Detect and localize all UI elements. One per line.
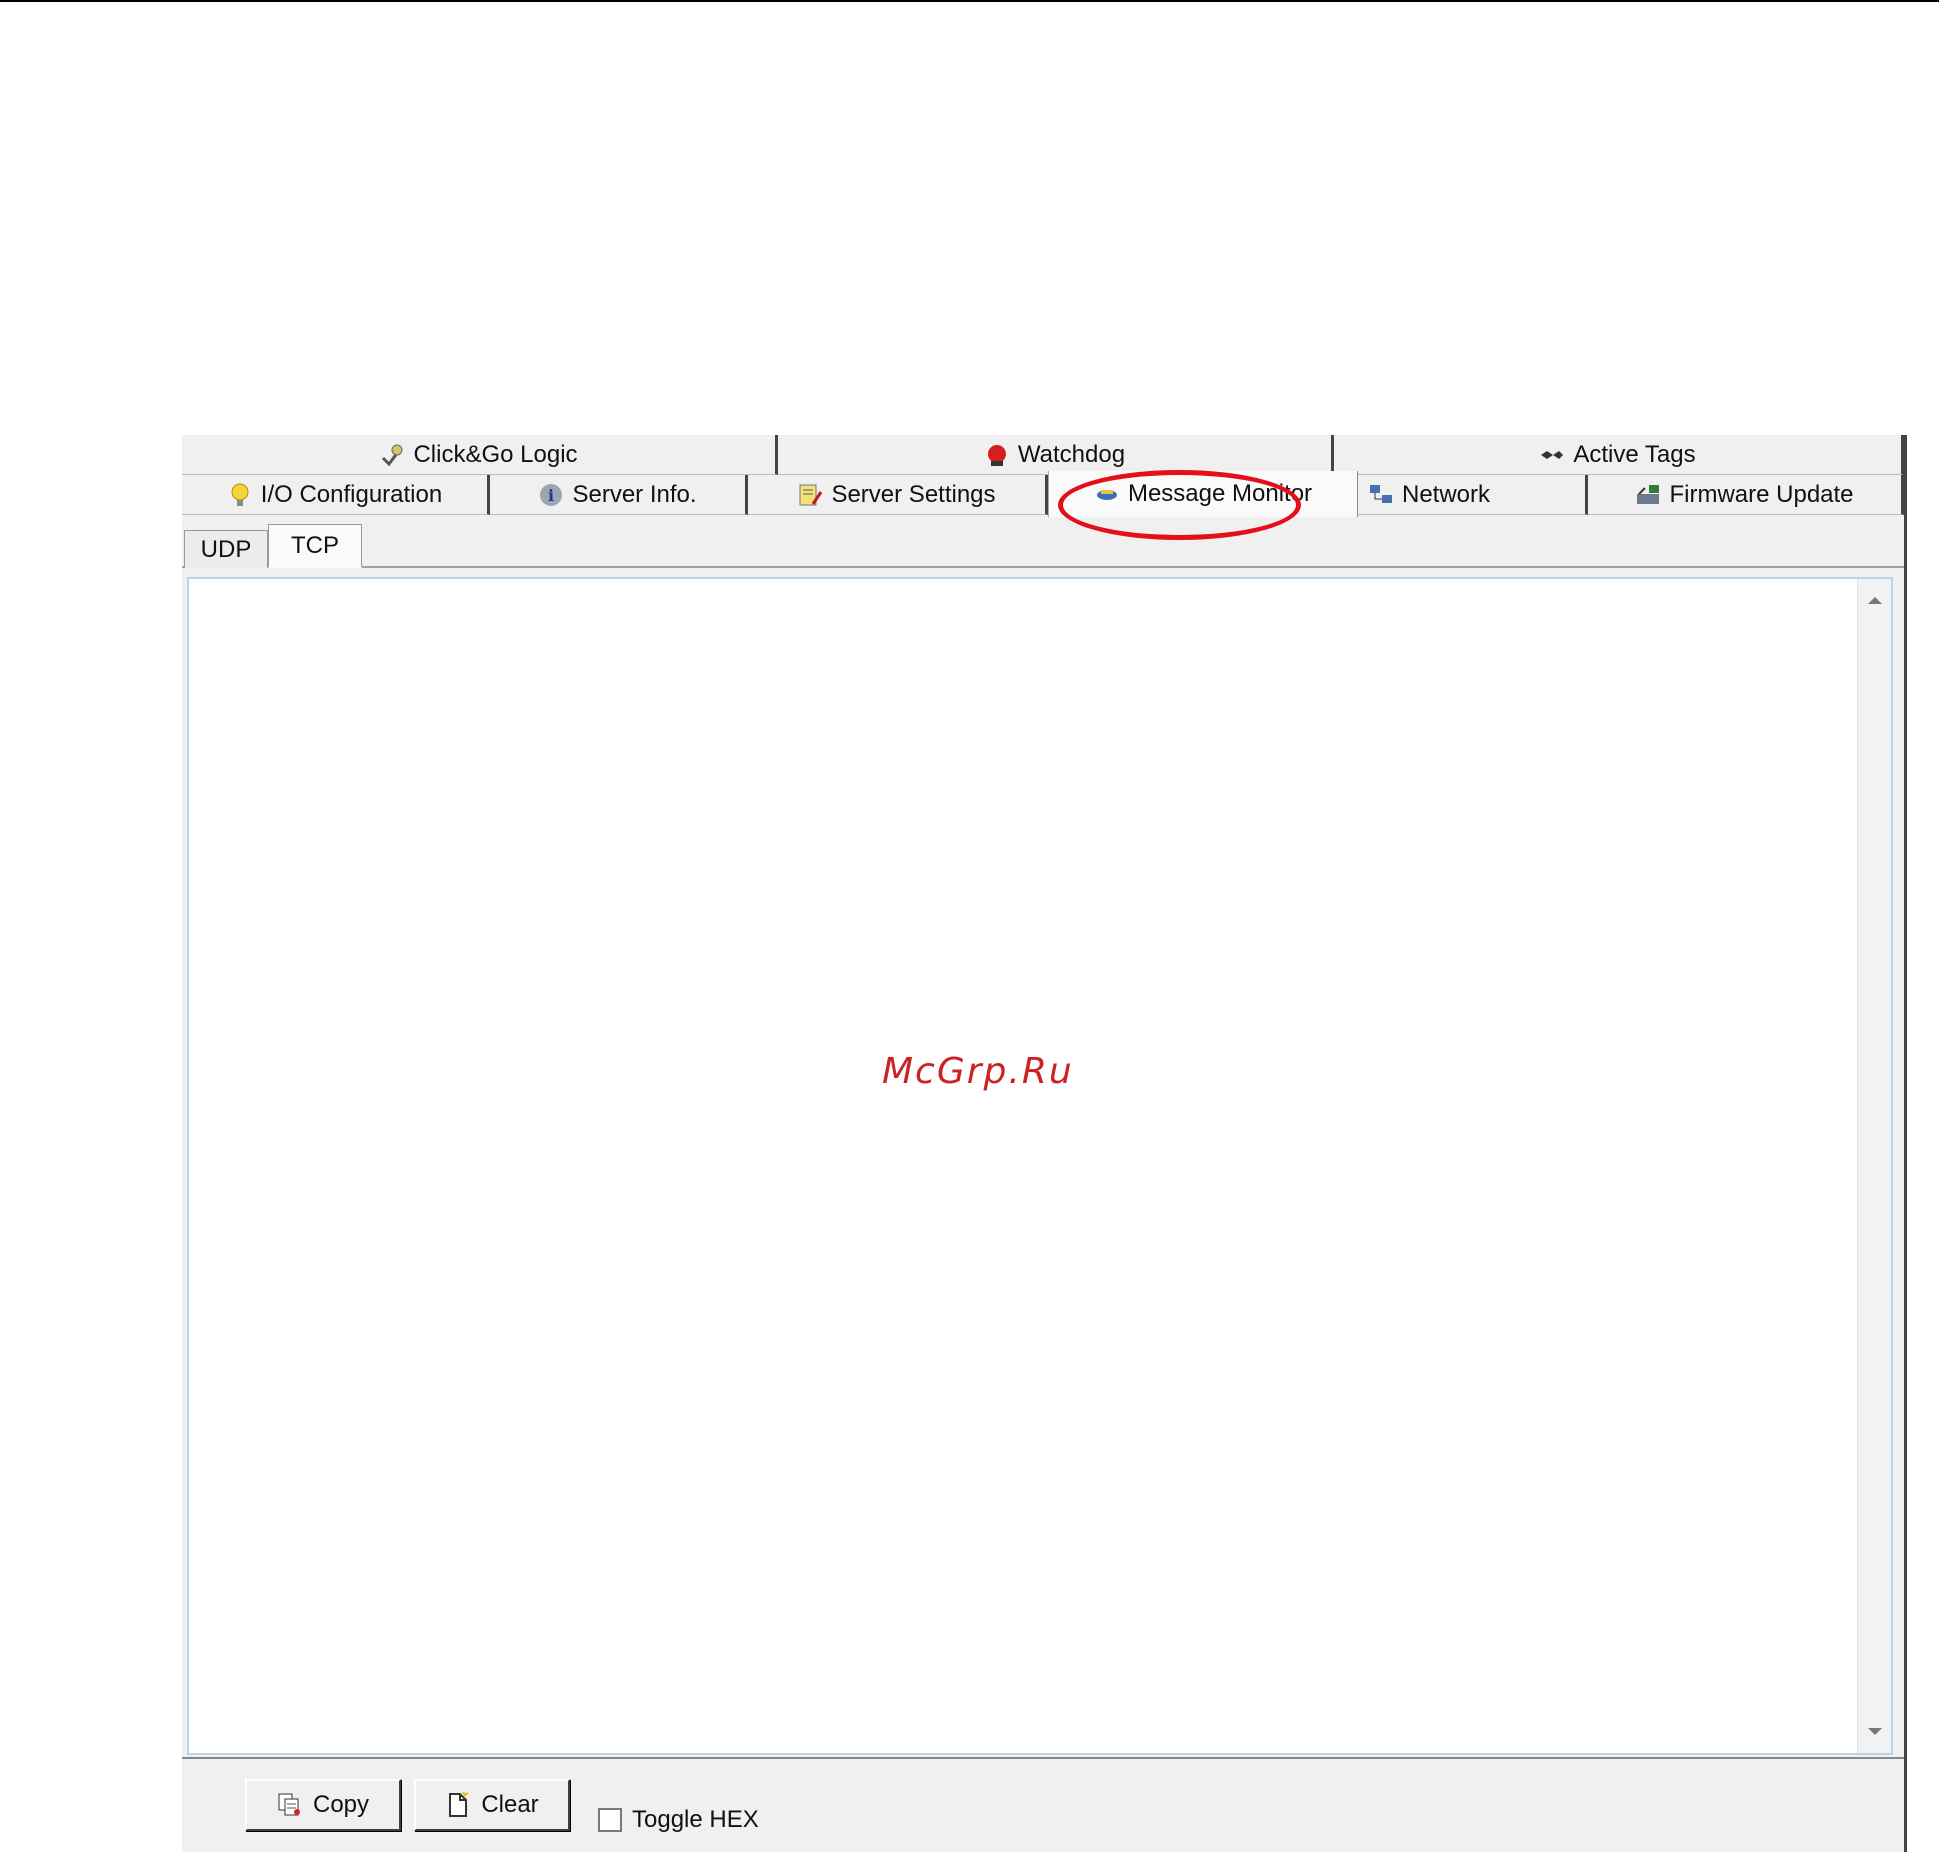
- tab-label: Network: [1402, 480, 1491, 508]
- copy-icon: [277, 1792, 303, 1818]
- message-log[interactable]: McGrp.Ru: [187, 577, 1893, 1755]
- bottom-toolbar: Copy Clear Toggle HEX: [182, 1757, 1904, 1852]
- subtab-udp[interactable]: UDP: [184, 530, 268, 568]
- watchdog-alarm-icon: [984, 442, 1010, 468]
- monitor-icon: [1094, 481, 1120, 507]
- scroll-down-arrow-icon[interactable]: [1868, 1728, 1882, 1735]
- toggle-hex-checkbox[interactable]: [598, 1808, 622, 1832]
- tab-click-go-logic[interactable]: Click&Go Logic: [182, 435, 778, 475]
- tab-network[interactable]: Network: [1358, 475, 1588, 515]
- tab-watchdog[interactable]: Watchdog: [778, 435, 1334, 475]
- tab-server-settings[interactable]: Server Settings: [748, 475, 1048, 515]
- clear-button-label: Clear: [481, 1791, 539, 1818]
- svg-text:i: i: [548, 486, 554, 505]
- protocol-subtabs: UDP TCP: [182, 524, 1904, 568]
- active-tags-icon: [1539, 442, 1565, 468]
- clear-icon: [445, 1792, 471, 1818]
- top-rule: [0, 0, 1939, 2]
- tab-row-front: I/O Configuration i Server Info. Server …: [182, 471, 1904, 517]
- toggle-hex-label: Toggle HEX: [632, 1806, 759, 1833]
- settings-icon: [797, 482, 823, 508]
- tab-label: Server Info.: [572, 480, 697, 508]
- tab-label: Active Tags: [1573, 440, 1696, 468]
- lightbulb-icon: [227, 482, 253, 508]
- info-icon: i: [538, 482, 564, 508]
- tab-server-info[interactable]: i Server Info.: [490, 475, 748, 515]
- click-go-logic-icon: [379, 442, 405, 468]
- subtab-label: TCP: [291, 531, 339, 559]
- tab-label: Server Settings: [831, 480, 996, 508]
- tab-io-configuration[interactable]: I/O Configuration: [182, 475, 490, 515]
- copy-button[interactable]: Copy: [245, 1779, 401, 1831]
- tab-label: Click&Go Logic: [413, 440, 578, 468]
- tab-label: Message Monitor: [1127, 480, 1313, 507]
- app-window: Click&Go Logic Watchdog Active Tags I/O …: [182, 435, 1907, 1852]
- tab-label: Firmware Update: [1669, 480, 1854, 508]
- subtab-label: UDP: [200, 535, 252, 563]
- scroll-up-arrow-icon[interactable]: [1868, 597, 1882, 604]
- tab-active-tags[interactable]: Active Tags: [1334, 435, 1904, 475]
- firmware-icon: [1635, 482, 1661, 508]
- network-icon: [1368, 482, 1394, 508]
- subtab-tcp[interactable]: TCP: [268, 524, 362, 568]
- vertical-scrollbar[interactable]: [1857, 579, 1891, 1753]
- watermark: McGrp.Ru: [882, 1051, 1074, 1092]
- clear-button[interactable]: Clear: [414, 1779, 570, 1831]
- tab-label: Watchdog: [1017, 440, 1126, 468]
- tab-label: I/O Configuration: [260, 480, 443, 508]
- tab-firmware-update[interactable]: Firmware Update: [1588, 475, 1904, 515]
- copy-button-label: Copy: [312, 1791, 370, 1818]
- tab-row-back: Click&Go Logic Watchdog Active Tags: [182, 435, 1904, 475]
- tab-message-monitor[interactable]: Message Monitor: [1048, 471, 1358, 517]
